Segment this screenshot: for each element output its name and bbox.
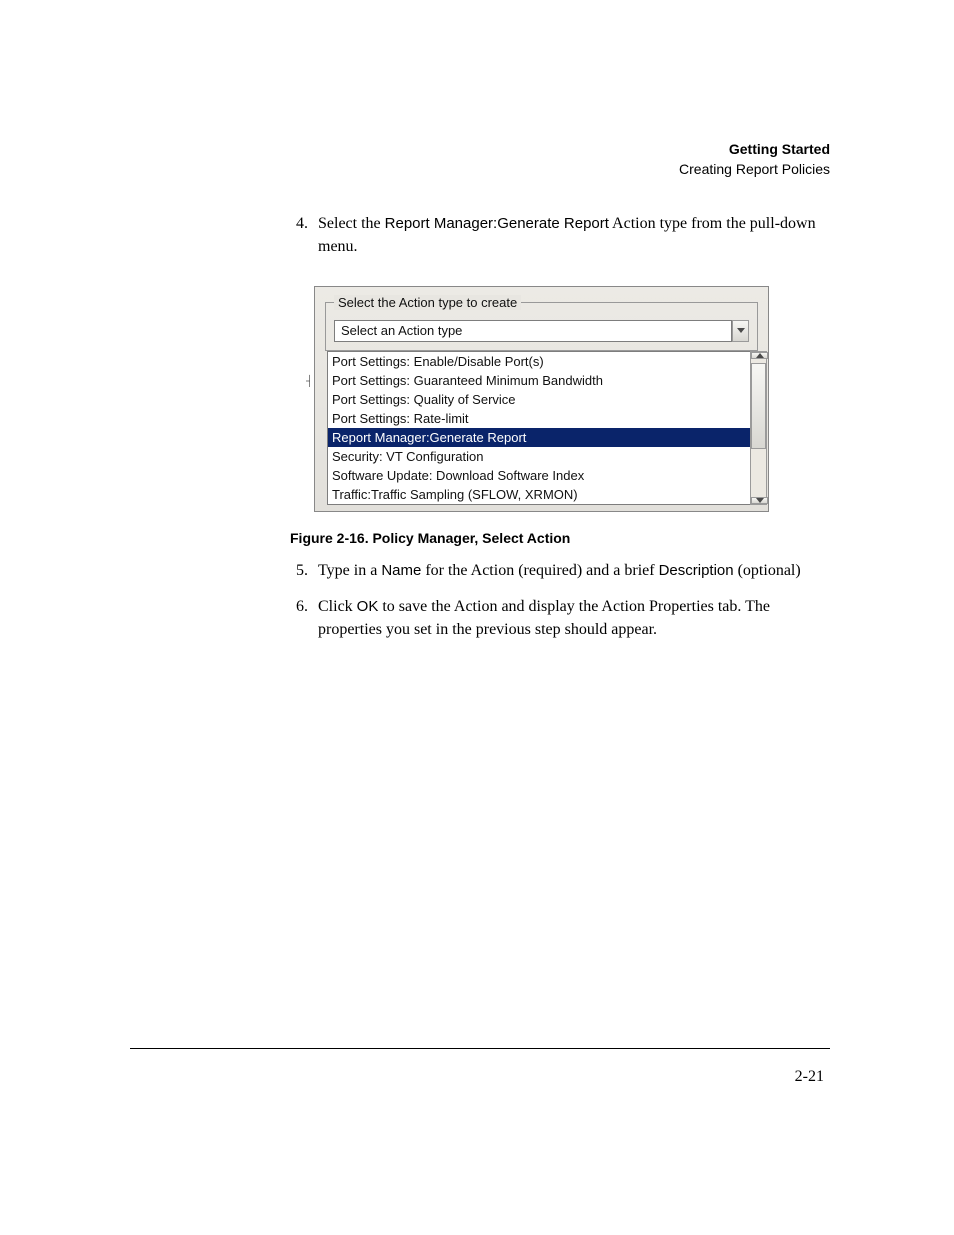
- step-4: 4. Select the Report Manager:Generate Re…: [290, 213, 830, 258]
- footer-rule: [130, 1048, 830, 1049]
- text: Select the: [318, 215, 385, 232]
- action-type-dialog: ┤ Select the Action type to create Selec…: [314, 286, 769, 512]
- group-legend: Select the Action type to create: [334, 295, 521, 310]
- step-body: Select the Report Manager:Generate Repor…: [318, 213, 830, 258]
- step-body: Click OK to save the Action and display …: [318, 596, 830, 641]
- step-body: Type in a Name for the Action (required)…: [318, 560, 830, 582]
- text: (optional): [734, 562, 801, 579]
- step-6: 6. Click OK to save the Action and displ…: [290, 596, 830, 641]
- combobox-dropdown-button[interactable]: [732, 320, 749, 342]
- listbox-items: Port Settings: Enable/Disable Port(s)Por…: [327, 351, 750, 505]
- scroll-track[interactable]: [751, 359, 766, 497]
- step-5: 5. Type in a Name for the Action (requir…: [290, 560, 830, 582]
- action-type-combobox[interactable]: Select an Action type: [334, 320, 749, 342]
- text: Click: [318, 598, 357, 615]
- listbox-option[interactable]: Port Settings: Enable/Disable Port(s): [328, 352, 750, 371]
- listbox-option[interactable]: Port Settings: Rate-limit: [328, 409, 750, 428]
- code-text: Description: [659, 562, 734, 579]
- page-header: Getting Started Creating Report Policies: [130, 140, 830, 179]
- action-type-listbox[interactable]: Port Settings: Enable/Disable Port(s)Por…: [327, 351, 767, 505]
- text: to save the Action and display the Actio…: [318, 598, 770, 637]
- text: Type in a: [318, 562, 381, 579]
- code-text: OK: [357, 598, 379, 615]
- page-number: 2-21: [795, 1068, 824, 1086]
- combobox-value[interactable]: Select an Action type: [334, 320, 732, 342]
- code-text: Name: [381, 562, 421, 579]
- listbox-option[interactable]: Report Manager:Generate Report: [328, 428, 750, 447]
- listbox-option[interactable]: Software Update: Download Software Index: [328, 466, 750, 485]
- listbox-option[interactable]: Traffic:Traffic Sampling (SFLOW, XRMON): [328, 485, 750, 504]
- chevron-down-icon: [737, 328, 745, 333]
- tree-connector-icon: ┤: [306, 376, 313, 387]
- text: for the Action (required) and a brief: [421, 562, 658, 579]
- scroll-thumb[interactable]: [751, 363, 766, 449]
- figure-caption: Figure 2-16. Policy Manager, Select Acti…: [290, 530, 830, 546]
- code-text: Report Manager:Generate Report: [385, 215, 609, 232]
- header-title: Getting Started: [130, 140, 830, 160]
- scroll-down-button[interactable]: [751, 497, 768, 504]
- action-type-group: Select the Action type to create Select …: [325, 295, 758, 351]
- chevron-up-icon: [756, 353, 764, 358]
- header-subtitle: Creating Report Policies: [130, 160, 830, 180]
- figure-2-16: ┤ Select the Action type to create Selec…: [314, 286, 830, 512]
- step-number: 6.: [290, 596, 318, 641]
- chevron-down-icon: [756, 498, 764, 503]
- content-area: 4. Select the Report Manager:Generate Re…: [290, 213, 830, 641]
- scroll-up-button[interactable]: [751, 352, 768, 359]
- listbox-option[interactable]: Port Settings: Guaranteed Minimum Bandwi…: [328, 371, 750, 390]
- step-number: 5.: [290, 560, 318, 582]
- listbox-option[interactable]: Port Settings: Quality of Service: [328, 390, 750, 409]
- listbox-option[interactable]: Security: VT Configuration: [328, 447, 750, 466]
- step-number: 4.: [290, 213, 318, 258]
- listbox-scrollbar[interactable]: [750, 351, 767, 505]
